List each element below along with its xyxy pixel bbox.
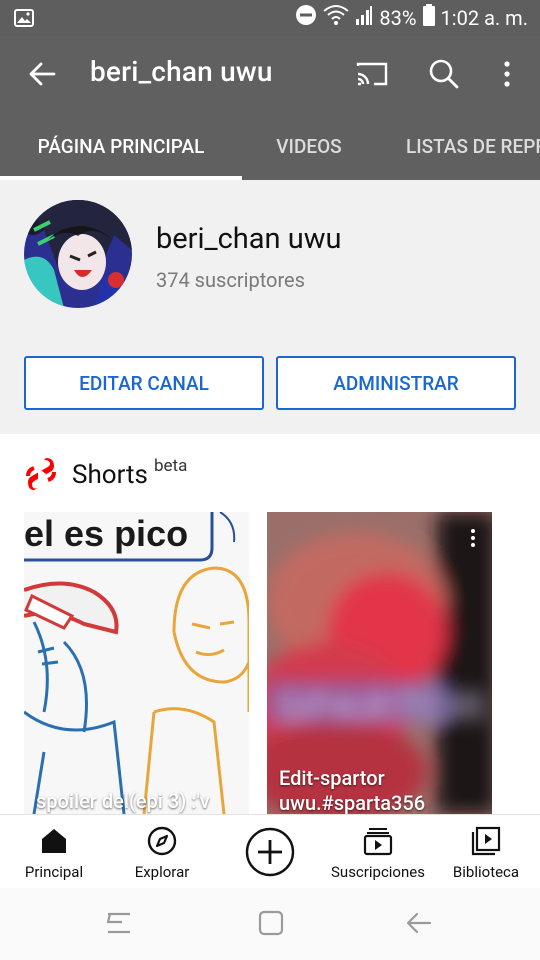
signal-icon: [355, 5, 373, 30]
shorts-beta-badge: beta: [154, 456, 188, 476]
wifi-icon: [323, 4, 350, 31]
nav-create[interactable]: [240, 815, 300, 889]
manage-button[interactable]: ADMINISTRAR: [276, 356, 516, 410]
battery-percent: 83%: [379, 5, 417, 30]
recent-apps-icon[interactable]: [104, 908, 134, 938]
short-caption: spoiler del(epi 3) :'v: [36, 789, 210, 813]
nav-home[interactable]: Principal: [14, 815, 94, 889]
shorts-logo-icon: [26, 456, 56, 496]
create-icon: [245, 827, 295, 877]
nav-label: Explorar: [134, 863, 190, 881]
explore-icon: [146, 825, 178, 857]
channel-name: beri_chan uwu: [156, 222, 342, 256]
status-bar: 83% 1:02 a. m.: [0, 0, 540, 36]
back-button-icon[interactable]: [404, 908, 434, 938]
gallery-notification-icon: [14, 8, 34, 32]
cast-icon[interactable]: [352, 54, 392, 94]
channel-avatar[interactable]: [24, 200, 132, 308]
bottom-navigation: Principal Explorar Suscripciones Bibliot…: [0, 814, 540, 888]
edit-channel-button[interactable]: EDITAR CANAL: [24, 356, 264, 410]
shorts-section: Shorts beta el es pico spoiler del(epi 3…: [0, 434, 540, 814]
tab-videos[interactable]: VIDEOS: [242, 112, 376, 180]
channel-header: beri_chan uwu 374 suscriptores EDITAR CA…: [0, 180, 540, 434]
short-overlay-text: el es pico: [24, 513, 188, 554]
search-icon[interactable]: [424, 54, 464, 94]
more-options-icon[interactable]: [488, 54, 528, 94]
short-watermark: SPARTOR: [275, 683, 486, 732]
back-arrow-icon[interactable]: [24, 54, 64, 94]
short-caption-line: Edit-spartor: [279, 766, 385, 790]
nav-label: Suscripciones: [331, 863, 425, 881]
shorts-title: Shorts: [72, 460, 148, 490]
subscriber-count: 374 suscriptores: [156, 268, 305, 292]
nav-library[interactable]: Biblioteca: [446, 815, 526, 889]
home-button-icon[interactable]: [256, 908, 286, 938]
battery-icon: [422, 4, 435, 31]
tab-home[interactable]: PÁGINA PRINCIPAL: [0, 112, 242, 180]
short-caption: Edit-spartor uwu.#sparta356: [279, 766, 425, 814]
short-card[interactable]: SPARTOR Edit-spartor uwu.#sparta356: [267, 512, 492, 814]
tab-playlists[interactable]: LISTAS DE REPRODUCCIÓN: [376, 112, 540, 180]
short-caption-line: uwu.#sparta356: [279, 791, 426, 814]
do-not-disturb-icon: [295, 4, 317, 31]
home-icon: [38, 825, 70, 857]
nav-explore[interactable]: Explorar: [122, 815, 202, 889]
app-bar: beri_chan uwu: [0, 36, 540, 112]
clock: 1:02 a. m.: [440, 5, 528, 30]
channel-title: beri_chan uwu: [90, 55, 273, 88]
nav-label: Principal: [24, 863, 84, 881]
nav-subscriptions[interactable]: Suscripciones: [328, 815, 428, 889]
system-navigation-bar: [0, 888, 540, 960]
nav-label: Biblioteca: [452, 863, 520, 881]
library-icon: [470, 825, 502, 857]
subscriptions-icon: [362, 825, 394, 857]
short-card[interactable]: el es pico spoiler del(epi 3) :'v: [24, 512, 249, 814]
channel-tabs: PÁGINA PRINCIPAL VIDEOS LISTAS DE REPROD…: [0, 112, 540, 180]
